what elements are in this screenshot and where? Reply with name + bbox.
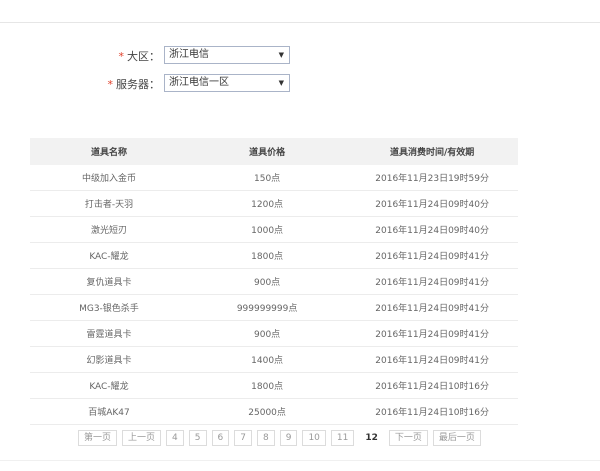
cell-item-time: 2016年11月24日10时16分	[346, 398, 518, 425]
cell-item-name: KAC-耀龙	[30, 242, 188, 269]
cell-item-price: 900点	[187, 268, 347, 295]
cell-item-price: 25000点	[187, 398, 347, 425]
col-header-time: 道具消费时间/有效期	[346, 138, 518, 165]
cell-item-price: 999999999点	[187, 294, 347, 321]
cell-item-time: 2016年11月24日09时41分	[346, 294, 518, 321]
cell-item-name: 打击者-天羽	[30, 190, 188, 217]
server-label-text: 服务器：	[116, 78, 160, 91]
page-button-7[interactable]: 7	[234, 430, 252, 446]
region-row: * 大区： 浙江电信 ▼	[0, 46, 600, 66]
first-page-button[interactable]: 第一页	[78, 430, 118, 446]
cell-item-time: 2016年11月24日09时41分	[346, 268, 518, 295]
cell-item-name: 复仇道具卡	[30, 268, 188, 295]
current-page-indicator: 12	[359, 430, 384, 446]
cell-item-name: 激光短刃	[30, 216, 188, 243]
table-row: 打击者-天羽 1200点 2016年11月24日09时40分	[30, 190, 518, 217]
region-label: * 大区：	[119, 48, 161, 64]
cell-item-time: 2016年11月24日09时41分	[346, 320, 518, 347]
cell-item-time: 2016年11月24日09时41分	[346, 242, 518, 269]
page-button-5[interactable]: 5	[188, 430, 207, 446]
table-row: KAC-耀龙 1800点 2016年11月24日10时16分	[30, 372, 518, 399]
chevron-down-icon: ▼	[278, 79, 284, 87]
page-button-8[interactable]: 8	[256, 430, 275, 446]
footer-divider	[0, 460, 600, 461]
item-table: 道具名称 道具价格 道具消费时间/有效期 中级加入金币 150点 2016年11…	[30, 138, 518, 425]
server-label: * 服务器：	[108, 76, 161, 92]
header-divider	[0, 22, 600, 23]
cell-item-price: 1200点	[187, 190, 347, 217]
region-select-value: 浙江电信	[169, 49, 209, 60]
table-row: KAC-耀龙 1800点 2016年11月24日09时41分	[30, 242, 518, 269]
cell-item-name: 雷霆道具卡	[30, 320, 188, 347]
server-select-value: 浙江电信一区	[169, 77, 229, 88]
prev-page-button[interactable]: 上一页	[122, 430, 162, 446]
cell-item-name: 幻影道具卡	[30, 346, 188, 373]
page-button-9[interactable]: 9	[279, 430, 298, 446]
server-row: * 服务器： 浙江电信一区 ▼	[0, 74, 600, 94]
cell-item-price: 900点	[187, 320, 347, 347]
table-row: MG3-银色杀手 999999999点 2016年11月24日09时41分	[30, 294, 518, 321]
chevron-down-icon: ▼	[278, 51, 284, 59]
cell-item-time: 2016年11月24日09时40分	[346, 216, 518, 243]
cell-item-name: KAC-耀龙	[30, 372, 188, 399]
cell-item-name: 百城AK47	[30, 398, 188, 425]
table-header-row: 道具名称 道具价格 道具消费时间/有效期	[30, 138, 518, 165]
page-button-6[interactable]: 6	[211, 430, 230, 446]
cell-item-price: 150点	[187, 165, 347, 191]
region-select[interactable]: 浙江电信 ▼	[164, 46, 290, 64]
pagination: 第一页 上一页 4 5 6 7 8 9 10 11 12 下一页 最后一页	[78, 430, 481, 446]
table-row: 百城AK47 25000点 2016年11月24日10时16分	[30, 398, 518, 425]
cell-item-price: 1800点	[187, 242, 347, 269]
cell-item-time: 2016年11月23日19时59分	[346, 165, 518, 191]
required-mark: *	[118, 50, 125, 63]
cell-item-price: 1800点	[187, 372, 347, 399]
cell-item-name: 中级加入金币	[30, 165, 188, 191]
cell-item-price: 1400点	[187, 346, 347, 373]
cell-item-price: 1000点	[187, 216, 347, 243]
region-label-text: 大区：	[127, 50, 160, 63]
next-page-button[interactable]: 下一页	[388, 430, 428, 446]
col-header-name: 道具名称	[30, 138, 188, 165]
table-row: 中级加入金币 150点 2016年11月23日19时59分	[30, 165, 518, 191]
cell-item-name: MG3-银色杀手	[30, 294, 188, 321]
table-row: 复仇道具卡 900点 2016年11月24日09时41分	[30, 268, 518, 295]
table-row: 雷霆道具卡 900点 2016年11月24日09时41分	[30, 320, 518, 347]
table-row: 幻影道具卡 1400点 2016年11月24日09时41分	[30, 346, 518, 373]
last-page-button[interactable]: 最后一页	[432, 430, 481, 446]
page-button-11[interactable]: 11	[330, 430, 355, 446]
col-header-price: 道具价格	[187, 138, 347, 165]
page-button-10[interactable]: 10	[302, 430, 326, 446]
required-mark: *	[107, 78, 114, 91]
cell-item-time: 2016年11月24日10时16分	[346, 372, 518, 399]
table-row: 激光短刃 1000点 2016年11月24日09时40分	[30, 216, 518, 243]
page-button-4[interactable]: 4	[166, 430, 184, 446]
cell-item-time: 2016年11月24日09时40分	[346, 190, 518, 217]
server-select[interactable]: 浙江电信一区 ▼	[164, 74, 290, 92]
cell-item-time: 2016年11月24日09时41分	[346, 346, 518, 373]
